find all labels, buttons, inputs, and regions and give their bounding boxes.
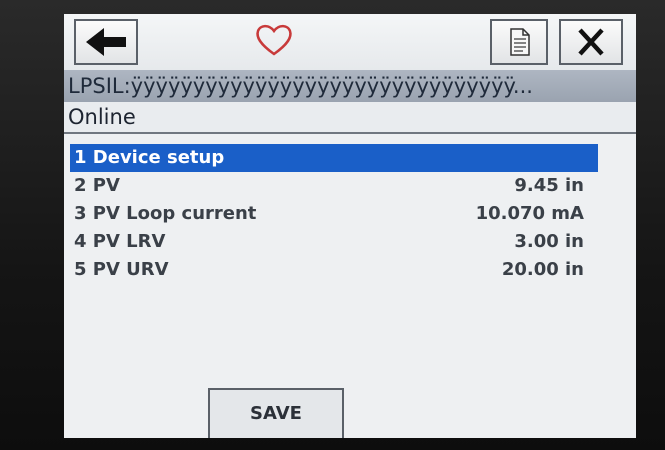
menu-item-device-setup[interactable]: 1 Device setup — [70, 144, 598, 172]
hmi-screen: LPSIL:ÿÿÿÿÿÿÿÿÿÿÿÿÿÿÿÿÿÿÿÿÿÿÿÿÿÿÿÿÿÿÿ...… — [64, 14, 636, 438]
menu-item-label: 5 PV URV — [74, 259, 169, 280]
favorite-button[interactable] — [254, 22, 294, 58]
menu-item-label: 4 PV LRV — [74, 231, 166, 252]
document-icon — [510, 28, 530, 56]
menu-item-label: 2 PV — [74, 175, 120, 196]
close-button[interactable] — [559, 19, 623, 65]
menu-list: 1 Device setup 2 PV 9.45 in 3 PV Loop cu… — [70, 144, 598, 284]
menu-item-label: 1 Device setup — [74, 147, 225, 168]
close-icon — [578, 28, 604, 56]
menu-item-value: 20.00 in — [501, 259, 584, 280]
heart-icon — [256, 24, 292, 56]
menu-item-pv-lrv[interactable]: 4 PV LRV 3.00 in — [70, 228, 598, 256]
device-tag: LPSIL:ÿÿÿÿÿÿÿÿÿÿÿÿÿÿÿÿÿÿÿÿÿÿÿÿÿÿÿÿÿÿÿ... — [64, 70, 636, 102]
save-button[interactable]: SAVE — [208, 388, 344, 438]
menu-item-pv-loop-current[interactable]: 3 PV Loop current 10.070 mA — [70, 200, 598, 228]
menu-item-value: 3.00 in — [514, 231, 584, 252]
menu-item-value: 9.45 in — [514, 175, 584, 196]
back-button[interactable] — [74, 19, 138, 65]
document-button[interactable] — [490, 19, 548, 65]
menu-item-pv-urv[interactable]: 5 PV URV 20.00 in — [70, 256, 598, 284]
menu-item-value: 10.070 mA — [475, 203, 584, 224]
toolbar — [64, 14, 636, 70]
menu-item-pv[interactable]: 2 PV 9.45 in — [70, 172, 598, 200]
menu-item-label: 3 PV Loop current — [74, 203, 257, 224]
arrow-left-icon — [86, 28, 126, 56]
connection-status: Online — [64, 102, 636, 134]
